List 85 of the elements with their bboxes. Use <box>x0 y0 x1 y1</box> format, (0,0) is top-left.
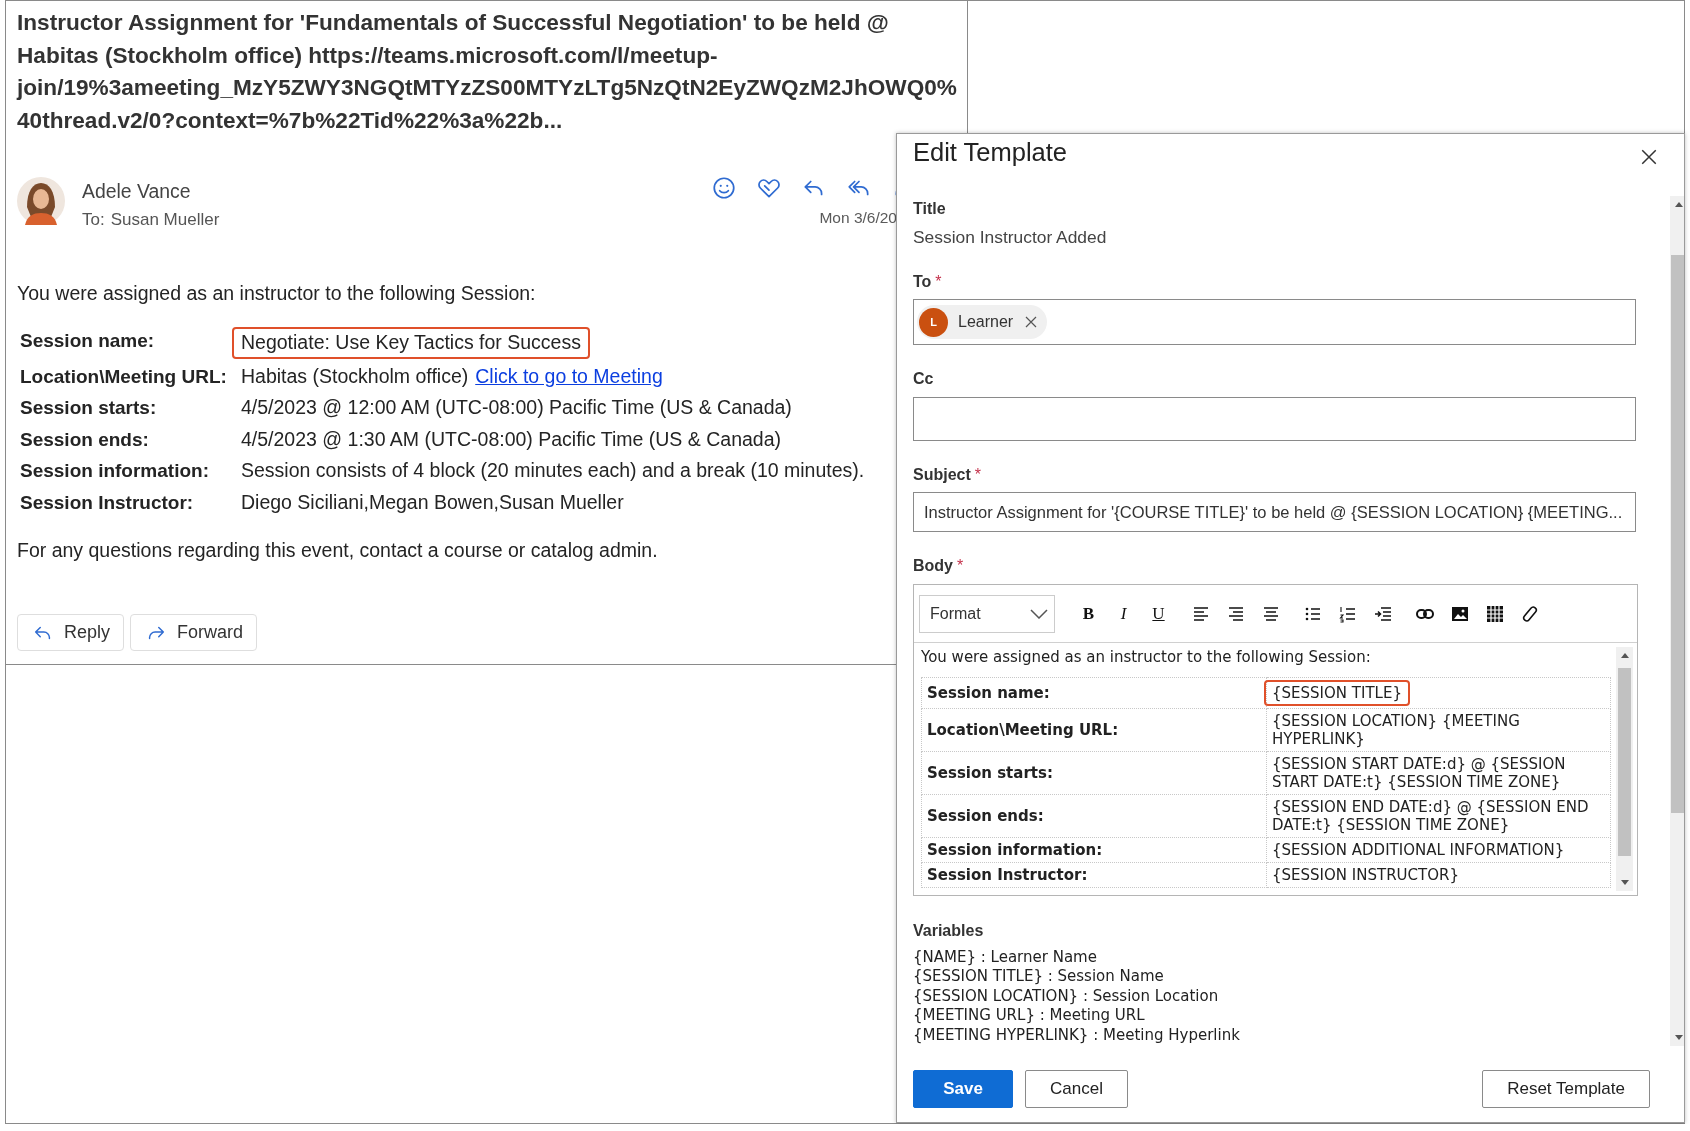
table-cell: Session starts: <box>921 751 1267 795</box>
body-text: You were assigned as an instructor to the following Session: <box>921 648 1371 666</box>
dialog-title: Edit Template <box>913 138 1068 167</box>
align-center-icon[interactable] <box>1261 604 1280 623</box>
subject-field[interactable]: Instructor Assignment for '{COURSE TITLE}' to be held @ {SESSION LOCATION} {MEETING... <box>913 492 1636 532</box>
to-field[interactable]: L Learner <box>913 299 1636 345</box>
variable-item: {MEETING URL} : Meeting URL <box>913 1006 1146 1026</box>
cancel-button[interactable]: Cancel <box>1025 1070 1128 1108</box>
email-text: For any questions regarding this event, contact a course or catalog admin. <box>17 538 658 562</box>
required-mark: * <box>974 465 982 485</box>
detail-label: Session name: <box>19 329 156 353</box>
field-label: Cc <box>913 369 934 389</box>
smiley-icon[interactable] <box>711 175 737 201</box>
table-cell: Location\Meeting URL: <box>921 708 1267 752</box>
variable-item: {MEETING HYPERLINK} : Meeting Hyperlink <box>913 1025 1241 1046</box>
required-mark: * <box>957 556 964 576</box>
table-cell: Session ends: <box>921 794 1267 838</box>
sender-name: Adele Vance <box>82 179 192 203</box>
recipient-chip[interactable]: L Learner <box>917 305 1048 339</box>
indent-icon[interactable] <box>1373 604 1392 623</box>
scroll-down-arrow-icon[interactable] <box>1675 1035 1683 1040</box>
reply-button[interactable]: Reply <box>17 614 125 651</box>
align-right-icon[interactable] <box>1226 604 1245 623</box>
detail-value: Habitas (Stockholm office) <box>241 363 470 389</box>
table-cell-value: {SESSION END DATE:d} @ {SESSION END DATE:t} {SESSION TIME ZONE} <box>1272 798 1590 834</box>
detail-value: 4/5/2023 @ 1:30 AM (UTC-08:00) Pacific Time (US & Canada) <box>241 426 783 452</box>
table-cell: Session name: <box>921 677 1267 709</box>
remove-icon[interactable] <box>1025 316 1038 328</box>
format-dropdown[interactable]: Format <box>919 594 1055 633</box>
avatar <box>17 177 65 225</box>
align-left-icon[interactable] <box>1191 604 1210 623</box>
variable-item: {SESSION TITLE} : Session Name <box>913 967 1165 987</box>
detail-label: Location\Meeting URL: <box>19 364 228 389</box>
cc-field[interactable] <box>913 397 1636 441</box>
email-date: Mon 3/6/20 <box>819 209 897 227</box>
scrollbar[interactable] <box>1670 196 1684 1046</box>
variable-item: {NAME} : Learner Name <box>913 948 1098 968</box>
scrollbar-thumb[interactable] <box>1671 255 1684 813</box>
field-label: Variables <box>913 921 985 941</box>
numbered-list-icon[interactable] <box>1338 604 1357 623</box>
table-cell-value: {SESSION LOCATION} {MEETING HYPERLINK} <box>1272 712 1521 748</box>
table-cell-value: {SESSION INSTRUCTOR} <box>1272 866 1459 884</box>
detail-label: Session starts: <box>19 396 158 420</box>
field-label: Subject <box>913 465 971 485</box>
required-mark: * <box>935 272 942 292</box>
scroll-down-arrow-icon[interactable] <box>1620 880 1629 885</box>
table-icon[interactable] <box>1485 604 1504 623</box>
scroll-up-arrow-icon[interactable] <box>1675 202 1683 207</box>
recipient-name: Learner <box>958 313 1014 331</box>
scrollbar[interactable] <box>1616 647 1633 891</box>
to-label: To: <box>82 209 105 231</box>
variable-item: {SESSION LOCATION} : Session Location <box>913 986 1220 1007</box>
detail-value: Diego Siciliani,Megan Bowen,Susan Mueller <box>241 489 625 515</box>
recipient-name: Susan Mueller <box>110 209 220 231</box>
detail-label: Session ends: <box>19 427 150 452</box>
bold-button[interactable]: B <box>1079 603 1098 624</box>
detail-label: Session information: <box>19 459 210 483</box>
table-cell: Session information: <box>921 837 1267 863</box>
image-icon[interactable] <box>1450 604 1469 623</box>
scrollbar-thumb[interactable] <box>1618 668 1631 856</box>
italic-button[interactable]: I <box>1114 603 1133 624</box>
forward-button[interactable]: Forward <box>130 614 258 651</box>
detail-value: Session consists of 4 block (20 minutes each) and a break (10 minutes). <box>241 458 866 483</box>
close-icon[interactable] <box>1640 148 1658 166</box>
scroll-up-arrow-icon[interactable] <box>1620 653 1629 658</box>
field-label: To <box>913 272 932 292</box>
eraser-icon[interactable] <box>1520 604 1539 623</box>
chevron-down-icon <box>1030 608 1048 619</box>
reset-template-button[interactable]: Reset Template <box>1482 1070 1650 1108</box>
recipient-avatar: L <box>919 307 948 337</box>
email-text: You were assigned as an instructor to the following Session: <box>17 281 536 305</box>
detail-value: 4/5/2023 @ 12:00 AM (UTC-08:00) Pacific Time (US & Canada) <box>241 395 793 420</box>
field-label: Title <box>913 199 947 219</box>
table-cell-value: {SESSION ADDITIONAL INFORMATION} <box>1272 841 1565 859</box>
table-cell-value: {SESSION TITLE} <box>1264 680 1410 706</box>
table-cell: Session Instructor: <box>921 862 1267 888</box>
meeting-link[interactable]: Click to go to Meeting <box>475 364 663 387</box>
detail-label: Session Instructor: <box>19 490 195 515</box>
detail-value: Negotiate: Use Key Tactics for Success <box>232 327 590 359</box>
email-subject: Instructor Assignment for 'Fundamentals of Successful Negotiation' to be held @ Habitas (Stockholm office) https://teams.microsoft.com/l/meetup-join/19%3ameeting_MzY5ZWY3NGQtMTYzZS00MTYzLTg5NzQtN2EyZWQzM2JhOWQ0%40thread.v2/0?context=%7b%22Tid%22%3a%22b... <box>17 9 958 135</box>
save-button[interactable]: Save <box>913 1070 1013 1108</box>
field-label: Body <box>913 556 953 576</box>
table-cell-value: {SESSION START DATE:d} @ {SESSION START DATE:t} {SESSION TIME ZONE} <box>1272 755 1567 791</box>
title-value: Session Instructor Added <box>913 226 1108 248</box>
underline-button[interactable]: U <box>1149 603 1168 624</box>
